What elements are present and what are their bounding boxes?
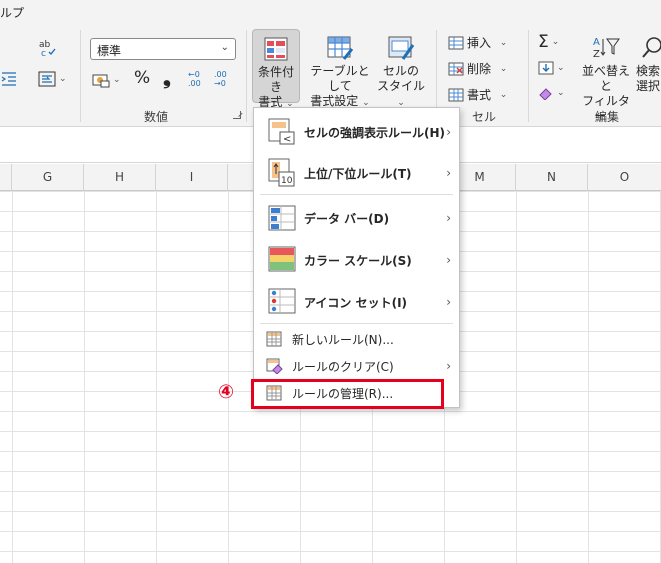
chevron-right-icon: › (446, 211, 451, 225)
color-scales-icon (268, 246, 296, 272)
highlight-rules-icon: < (268, 118, 295, 145)
delete-button[interactable]: 削除 ⌄ (448, 60, 507, 77)
format-button[interactable]: 書式 ⌄ (448, 86, 507, 103)
insert-icon (448, 36, 464, 49)
fill-icon (538, 61, 554, 75)
editing-group-label: 編集 (595, 110, 620, 124)
column-header-h[interactable]: H (84, 164, 156, 191)
wrap-icon[interactable]: ⌄ (38, 71, 67, 87)
percent-button[interactable]: % (134, 68, 150, 88)
decrease-decimal-button[interactable]: .00 →0 (214, 70, 234, 88)
number-format-select[interactable]: 標準 ⌄ (90, 38, 236, 60)
clear-rules-icon (266, 358, 283, 374)
menu-bar: ルプ (0, 0, 661, 24)
cell-styles-button[interactable]: セルの スタイル ⌄ (376, 29, 426, 108)
chevron-right-icon: › (446, 359, 451, 373)
chevron-right-icon: › (446, 253, 451, 267)
increase-decimal-button[interactable]: ←0 .00 (188, 70, 208, 88)
column-header-o[interactable]: O (588, 164, 661, 191)
conditional-format-icon (264, 37, 288, 61)
delete-icon (448, 62, 464, 75)
tab-help[interactable]: ルプ (0, 4, 24, 21)
spell-check-icon[interactable]: ab c (38, 38, 56, 58)
icon-sets-icon (268, 288, 296, 314)
indent-icon[interactable] (0, 71, 18, 87)
conditional-format-button[interactable]: 条件付き 書式 ⌄ (252, 29, 300, 109)
step-number-annotation: ④ (218, 381, 235, 403)
menu-item-new-rule[interactable]: 新しいルール(N)... (254, 326, 459, 352)
format-table-icon (327, 36, 354, 60)
currency-icon (92, 74, 110, 88)
format-as-table-button[interactable]: テーブルとして 書式設定 ⌄ (306, 29, 374, 108)
sort-filter-icon: A Z (593, 37, 620, 60)
chevron-right-icon: › (446, 166, 451, 180)
find-select-button[interactable]: 検索 選択 (636, 29, 661, 103)
cell-styles-icon (388, 36, 415, 60)
currency-format-button[interactable]: ⌄ (92, 72, 121, 88)
chevron-right-icon: › (446, 125, 451, 139)
number-launcher-icon[interactable] (233, 111, 241, 119)
data-bars-icon (268, 205, 296, 231)
clear-icon (539, 88, 552, 100)
comma-button[interactable]: ❟ (163, 65, 171, 89)
format-icon (448, 88, 464, 101)
number-group-label: 数値 (144, 110, 169, 124)
conditional-format-menu: < セルの強調表示ルール(H) › 10 上位/下位ルール(T) › データ バ… (253, 107, 460, 408)
autosum-button[interactable]: Σ ⌄ (538, 32, 559, 52)
find-icon (642, 37, 661, 58)
column-header-n[interactable]: N (516, 164, 588, 191)
menu-item-color-scales[interactable]: カラー スケール(S) › (254, 240, 459, 280)
sum-icon: Σ (538, 32, 549, 52)
svg-text:<: < (283, 134, 291, 145)
menu-item-icon-sets[interactable]: アイコン セット(I) › (254, 282, 459, 322)
menu-item-highlight-cells-rules[interactable]: < セルの強調表示ルール(H) › (254, 114, 459, 150)
highlight-box-annotation (251, 379, 444, 409)
menu-item-data-bars[interactable]: データ バー(D) › (254, 200, 459, 236)
svg-text:c: c (41, 49, 46, 58)
top-bottom-rules-icon: 10 (268, 158, 295, 187)
insert-button[interactable]: 挿入 ⌄ (448, 34, 507, 51)
fill-button[interactable]: ⌄ (538, 61, 565, 75)
svg-text:Z: Z (593, 49, 600, 60)
svg-text:A: A (593, 37, 600, 48)
svg-text:10: 10 (281, 176, 293, 186)
sort-filter-button[interactable]: A Z 並べ替えと フィルター ⌄ (578, 29, 634, 123)
cells-group-label: セル (472, 110, 497, 124)
menu-item-top-bottom-rules[interactable]: 10 上位/下位ルール(T) › (254, 154, 459, 192)
new-rule-icon (266, 331, 282, 347)
column-header-i[interactable]: I (156, 164, 228, 191)
clear-button[interactable]: ⌄ (538, 86, 565, 100)
menu-item-clear-rules[interactable]: ルールのクリア(C) › (254, 352, 459, 380)
chevron-right-icon: › (446, 295, 451, 309)
column-header-g[interactable]: G (12, 164, 84, 191)
chevron-down-icon: ⌄ (220, 42, 229, 53)
